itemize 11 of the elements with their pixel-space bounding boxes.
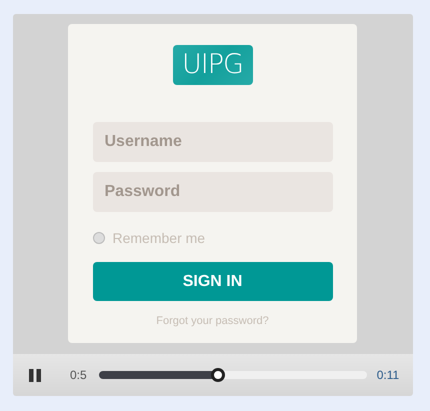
sign-in-button[interactable]: SIGN IN [92,262,332,301]
duration-time: 0:11 [376,368,400,382]
progress-handle[interactable] [210,368,225,382]
remember-checkbox[interactable] [92,232,104,244]
current-time: 0:5 [70,368,87,382]
pause-button[interactable] [29,368,41,382]
remember-label: Remember me [112,230,206,246]
username-field[interactable]: Username [92,122,332,162]
progress-track[interactable] [98,371,367,379]
logo: UIPG [172,45,252,85]
password-field[interactable]: Password [92,172,332,212]
